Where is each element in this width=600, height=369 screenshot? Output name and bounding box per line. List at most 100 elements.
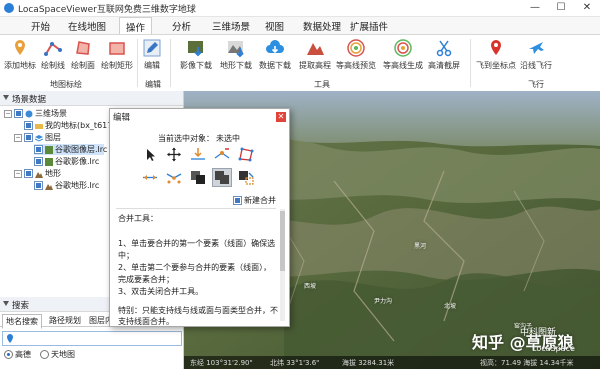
delete-vertex-tool-button[interactable] (213, 146, 231, 163)
tree-checkbox[interactable] (24, 121, 33, 130)
tree-checkbox[interactable] (24, 133, 33, 142)
close-window-button[interactable]: ✕ (574, 0, 600, 16)
edit-button[interactable]: 编辑 (142, 38, 162, 71)
expand-toggle[interactable]: − (14, 133, 22, 142)
search-input[interactable] (2, 331, 182, 346)
globe-icon (25, 110, 33, 117)
contour-generate-icon (394, 39, 412, 57)
airplane-icon (529, 42, 544, 54)
split-line-tool-button[interactable] (141, 169, 159, 186)
contour-preview-button[interactable]: 等高线预览 (336, 38, 376, 71)
tree-node-google-image-layer[interactable]: 谷歌图像层.lrc (34, 144, 107, 155)
insert-vertex-tool-button[interactable] (189, 146, 207, 163)
tree-node-my-placemarks[interactable]: 我的地标(bx_t6173) (24, 120, 121, 131)
tree-checkbox[interactable] (34, 157, 43, 166)
new-merge-checkbox[interactable] (233, 196, 242, 205)
collapse-triangle-icon (3, 95, 9, 100)
fly-along-line-button[interactable]: 沿线飞行 (520, 38, 552, 71)
option-tianditu[interactable]: 天地图 (40, 349, 75, 360)
menu-3d-scene[interactable]: 三维场景 (212, 19, 250, 33)
overlay-tool-button[interactable] (189, 169, 207, 186)
menu-analysis[interactable]: 分析 (172, 19, 191, 33)
radio-amap[interactable] (4, 350, 13, 359)
option-label: 高德 (15, 350, 31, 359)
tree-node-google-terrain[interactable]: 谷歌地形.lrc (34, 180, 99, 191)
reshape-tool-button[interactable] (237, 146, 255, 163)
tree-node-google-imagery[interactable]: 谷歌影像.lrc (34, 156, 99, 167)
watermark-brand: LocaSpace (532, 344, 575, 353)
elevation-icon (307, 43, 324, 55)
terrain-download-label: 地形下载 (220, 61, 252, 70)
draw-rectangle-button[interactable]: 绘制矩形 (101, 38, 133, 71)
delete-vertex-icon (214, 148, 230, 159)
map-label: 西坡 (304, 283, 317, 290)
option-label: 天地图 (51, 350, 75, 359)
help-line: 完成要素合并； (118, 275, 174, 284)
tab-place-search[interactable]: 地名搜索 (2, 314, 42, 329)
hd-screenshot-button[interactable]: 高清截屏 (428, 38, 460, 71)
radio-tianditu[interactable] (40, 350, 49, 359)
connect-line-tool-button[interactable] (165, 169, 183, 186)
menu-online-map[interactable]: 在线地图 (68, 19, 106, 33)
option-amap[interactable]: 高德 (4, 349, 31, 360)
menu-data-processing[interactable]: 数据处理 (303, 19, 341, 33)
group-label-edit: 编辑 (145, 80, 161, 89)
close-icon[interactable]: ✕ (276, 112, 286, 122)
terrain-download-button[interactable]: 地形下载 (220, 38, 252, 71)
cut-tool-button[interactable] (237, 169, 255, 186)
tree-node-terrain[interactable]: − 地形 (14, 168, 61, 179)
merge-tool-button[interactable] (212, 168, 232, 187)
cloud-download-icon (266, 40, 284, 54)
divider (116, 208, 276, 209)
placemark-icon (15, 40, 25, 55)
status-latitude: 北纬 33°1'3.6" (270, 359, 320, 367)
title-bar: LocaSpaceViewer互联网免费三维数字地球 — ☐ ✕ (0, 0, 600, 17)
menu-view[interactable]: 视图 (265, 19, 284, 33)
draw-line-icon (44, 42, 62, 56)
add-placemark-button[interactable]: 添加地标 (4, 38, 36, 71)
menu-extensions[interactable]: 扩展插件 (350, 19, 388, 33)
move-tool-button[interactable] (165, 146, 183, 163)
fly-along-line-label: 沿线飞行 (520, 61, 552, 70)
image-layer-icon (45, 157, 53, 166)
data-download-button[interactable]: 数据下载 (259, 38, 291, 71)
expand-toggle[interactable]: − (4, 109, 12, 118)
tab-route-planning[interactable]: 路径规划 (46, 314, 84, 327)
menu-start[interactable]: 开始 (31, 19, 50, 33)
select-tool-button[interactable] (141, 146, 159, 163)
draw-polygon-label: 绘制面 (71, 61, 95, 70)
map-label: 尹力沟 (374, 298, 393, 305)
selection-label: 当前选中对象： (158, 134, 214, 143)
dialog-scrollbar[interactable] (280, 209, 285, 321)
expand-toggle[interactable]: − (14, 169, 22, 178)
location-pin-icon (7, 334, 13, 343)
scrollbar-thumb[interactable] (280, 211, 285, 271)
tree-checkbox[interactable] (14, 109, 23, 118)
contour-generate-label: 等高线生成 (383, 61, 423, 70)
draw-rectangle-label: 绘制矩形 (101, 61, 133, 70)
tree-label: 地形 (45, 169, 61, 178)
layers-icon (35, 134, 43, 142)
image-layer-icon (45, 145, 53, 154)
ribbon-toolbar: 添加地标 绘制线 绘制面 绘制矩形 编辑 影像下载 地形下载 数据下载 提取高程… (0, 34, 600, 92)
tree-node-layers[interactable]: − 图层 (14, 132, 61, 143)
contour-generate-button[interactable]: 等高线生成 (383, 38, 423, 71)
tree-checkbox[interactable] (24, 169, 33, 178)
extract-elevation-label: 提取高程 (299, 61, 331, 70)
imagery-download-icon (188, 41, 203, 57)
draw-line-label: 绘制线 (41, 61, 65, 70)
extract-elevation-button[interactable]: 提取高程 (299, 38, 331, 71)
imagery-download-button[interactable]: 影像下载 (180, 38, 212, 71)
draw-line-button[interactable]: 绘制线 (41, 38, 65, 71)
scene-data-header[interactable]: 场景数据 (0, 91, 183, 106)
tree-checkbox[interactable] (34, 145, 43, 154)
tree-checkbox[interactable] (34, 181, 43, 190)
maximize-button[interactable]: ☐ (548, 0, 574, 16)
draw-polygon-button[interactable]: 绘制面 (71, 38, 95, 71)
fly-to-coordinate-button[interactable]: 飞到坐标点 (476, 38, 516, 71)
minimize-button[interactable]: — (522, 0, 548, 16)
contour-preview-icon (347, 39, 365, 57)
overlay-squares-icon (191, 171, 205, 184)
new-merge-option[interactable]: 新建合并 (233, 195, 276, 206)
tree-node-3d-scene[interactable]: − 三维场景 (4, 108, 67, 119)
